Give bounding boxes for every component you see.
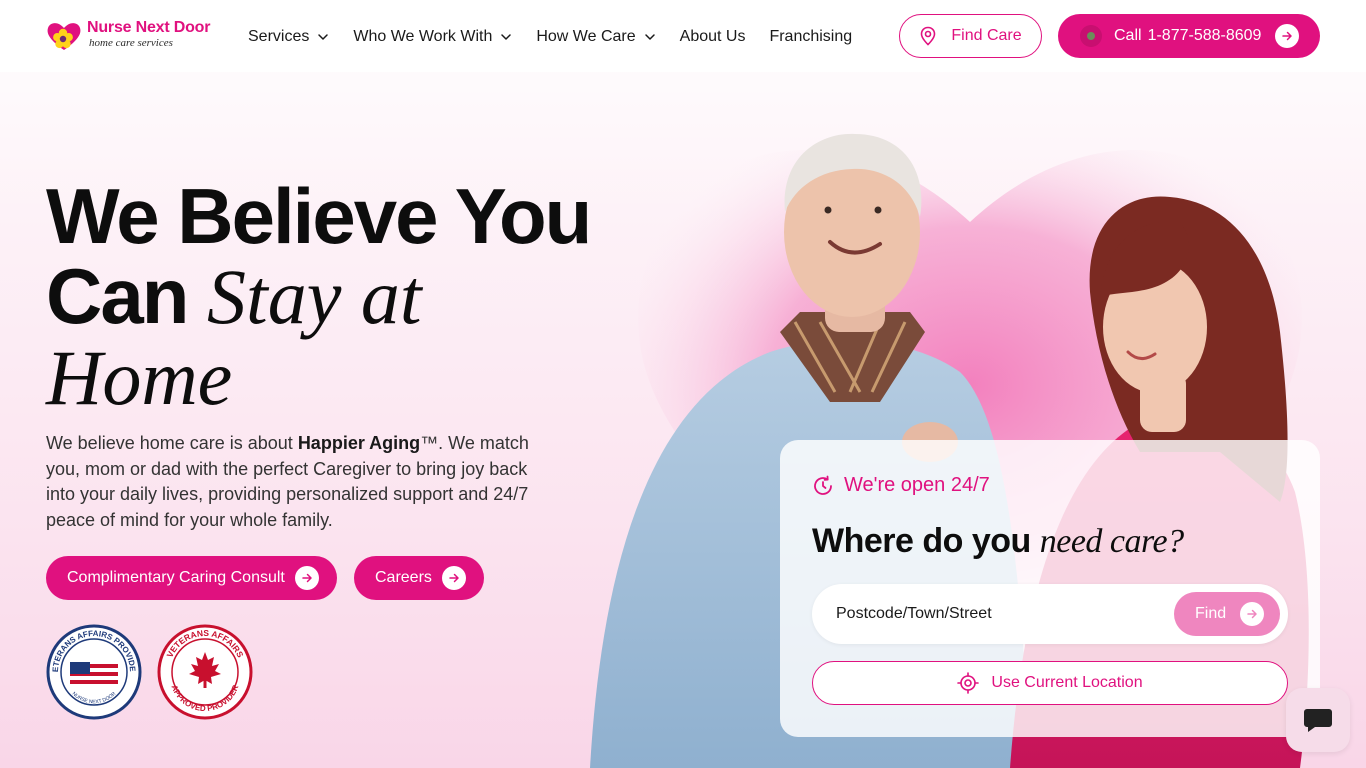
headline-italic-home: Home <box>46 334 233 421</box>
clock-refresh-icon <box>814 475 832 495</box>
nav-item-label: Services <box>248 28 310 45</box>
site-header: Nurse Next Door home care services Servi… <box>0 0 1366 72</box>
main-nav: Services Who We Work With How We Care Ab… <box>248 26 876 48</box>
nav-item-services[interactable]: Services <box>248 28 329 46</box>
canada-veterans-affairs-badge-icon: VETERANS AFFAIRS APPROVED PROVIDER <box>157 624 253 720</box>
brand-logo[interactable]: Nurse Next Door home care services <box>45 18 220 52</box>
use-current-location-button[interactable]: Use Current Location <box>812 661 1288 705</box>
brand-tagline: home care services <box>89 37 173 49</box>
arrow-right-icon <box>441 566 466 590</box>
hero-headline: We Believe You Can Stay at Home <box>46 176 606 418</box>
nav-item-how-we-care[interactable]: How We Care <box>536 28 655 46</box>
arrow-right-icon <box>294 566 319 590</box>
us-veterans-affairs-badge-icon: VETERANS AFFAIRS PROVIDER NURSE NEXT DOO… <box>46 624 142 720</box>
find-care-label: Find Care <box>951 27 1022 44</box>
nav-item-who-we-work-with[interactable]: Who We Work With <box>353 28 512 46</box>
nav-item-label: How We Care <box>536 28 636 45</box>
chevron-down-icon <box>318 34 329 40</box>
open-24-7-label: We're open 24/7 <box>844 474 990 496</box>
map-pin-icon <box>921 26 936 46</box>
chevron-down-icon <box>501 34 512 40</box>
arrow-right-icon <box>1240 602 1265 626</box>
find-care-button[interactable]: Find Care <box>899 14 1042 58</box>
location-search-box: Find <box>812 584 1288 644</box>
careers-button[interactable]: Careers <box>354 556 484 600</box>
title-plain: Where do you <box>812 522 1040 560</box>
chevron-down-icon <box>644 34 655 40</box>
lead-text-start: We believe home care is about <box>46 433 298 453</box>
call-label: Call <box>1114 27 1142 44</box>
complimentary-consult-button[interactable]: Complimentary Caring Consult <box>46 556 337 600</box>
find-label: Find <box>1195 605 1227 622</box>
find-button[interactable]: Find <box>1174 592 1280 636</box>
crosshair-location-icon <box>957 672 980 694</box>
headline-line-1: We Believe You <box>46 172 592 260</box>
lead-text-bold: Happier Aging <box>297 433 421 453</box>
search-card-title: Where do you need care? <box>812 522 1184 561</box>
heart-flower-logo-icon <box>47 23 81 50</box>
call-button[interactable]: Call 1-877-588-8609 <box>1058 14 1320 58</box>
trademark-symbol: ™ <box>420 433 439 453</box>
nav-item-label: About Us <box>679 28 746 45</box>
chat-bubble-icon <box>1304 709 1332 732</box>
headline-can: Can <box>46 252 189 340</box>
brand-name: Nurse Next Door <box>87 19 211 36</box>
nav-item-label: Who We Work With <box>353 28 493 45</box>
care-search-card: We're open 24/7 Where do you need care? … <box>780 440 1320 737</box>
chat-widget-button[interactable] <box>1286 688 1350 752</box>
hero-description: We believe home care is about Happier Ag… <box>46 431 556 533</box>
consult-label: Complimentary Caring Consult <box>67 569 285 586</box>
nav-item-label: Franchising <box>769 28 853 45</box>
location-search-input[interactable] <box>836 602 1156 626</box>
status-dot-icon <box>1080 25 1102 47</box>
arrow-right-icon <box>1275 24 1299 48</box>
call-number: 1-877-588-8609 <box>1147 27 1262 44</box>
nav-item-about-us[interactable]: About Us <box>680 28 746 46</box>
headline-italic-stay-at: Stay at <box>207 253 422 340</box>
use-current-location-label: Use Current Location <box>991 674 1143 691</box>
open-24-7-row: We're open 24/7 <box>812 474 990 497</box>
nav-item-franchising[interactable]: Franchising <box>769 28 852 46</box>
careers-label: Careers <box>375 569 432 586</box>
title-italic: need care? <box>1039 523 1184 560</box>
